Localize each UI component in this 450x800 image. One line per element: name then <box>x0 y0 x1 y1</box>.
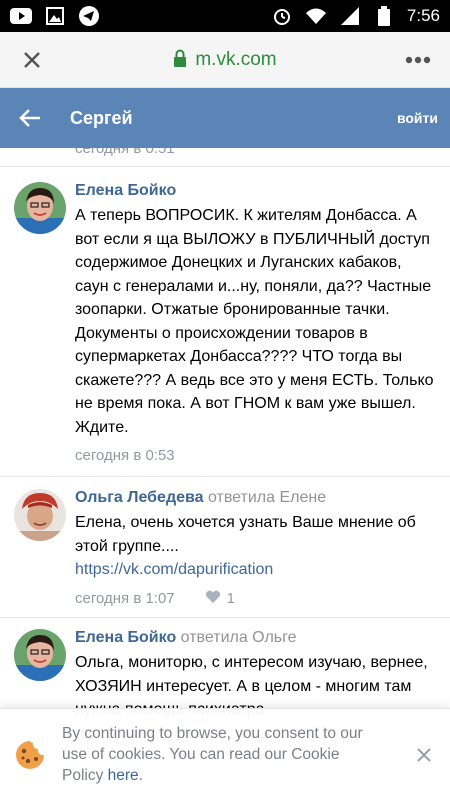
battery-icon <box>373 5 395 27</box>
login-button[interactable]: войти <box>397 110 438 126</box>
divider <box>0 617 450 618</box>
avatar[interactable] <box>14 629 66 681</box>
like-count: 1 <box>226 590 235 607</box>
avatar[interactable] <box>14 182 66 234</box>
cookie-banner: By continuing to browse, you consent to … <box>0 708 450 800</box>
comment-author[interactable]: Елена Бойко <box>75 182 176 199</box>
like-button[interactable]: 1 <box>205 590 235 608</box>
status-time: 7:56 <box>406 6 440 25</box>
image-icon <box>44 5 66 27</box>
avatar[interactable] <box>14 489 66 541</box>
comment-text: А теперь ВОПРОСИК. К жителям Донбасса. А… <box>75 207 434 436</box>
comment-author[interactable]: Елена Бойко <box>75 629 176 646</box>
comment-link[interactable]: https://vk.com/dapurification <box>75 558 436 582</box>
url-display[interactable]: m.vk.com <box>50 49 400 71</box>
comment-author[interactable]: Ольга Лебедева <box>75 489 204 506</box>
comment-meta: сегодня в 0:53 <box>75 447 436 464</box>
status-bar: 7:56 <box>0 0 450 32</box>
url-text: m.vk.com <box>195 48 277 70</box>
comments-list: сегодня в 0:51 Елена Бойко А теперь ВОПР… <box>0 148 450 800</box>
divider <box>0 476 450 477</box>
comment-date[interactable]: сегодня в 0:53 <box>75 447 175 464</box>
reply-to-label[interactable]: ответила Ольге <box>181 629 297 646</box>
cookie-icon <box>14 739 46 771</box>
cookie-policy-link[interactable]: here <box>108 767 139 784</box>
page-title: Сергей <box>70 107 133 128</box>
more-icon[interactable] <box>400 42 436 78</box>
app-header: Сергей войти <box>0 88 450 148</box>
youtube-icon <box>10 5 32 27</box>
reply-to-label[interactable]: ответила Елене <box>208 489 326 506</box>
comment-text: Елена, очень хочется узнать Ваше мнение … <box>75 514 416 555</box>
heart-icon <box>205 590 221 608</box>
comment-meta: сегодня в 1:07 1 <box>75 590 436 608</box>
signal-icon <box>339 5 361 27</box>
divider <box>0 166 450 167</box>
back-arrow-icon[interactable] <box>0 88 60 148</box>
alarm-icon <box>271 5 293 27</box>
lock-icon <box>173 49 187 71</box>
cookie-text: By continuing to browse, you consent to … <box>62 723 382 786</box>
cookie-end: . <box>138 767 143 784</box>
browser-url-bar: m.vk.com <box>0 32 450 88</box>
previous-comment-date: сегодня в 0:51 <box>75 148 175 157</box>
close-icon[interactable] <box>14 42 50 78</box>
wifi-icon <box>305 5 327 27</box>
close-icon[interactable] <box>412 743 436 767</box>
telegram-icon <box>78 5 100 27</box>
comment-date[interactable]: сегодня в 1:07 <box>75 590 175 607</box>
